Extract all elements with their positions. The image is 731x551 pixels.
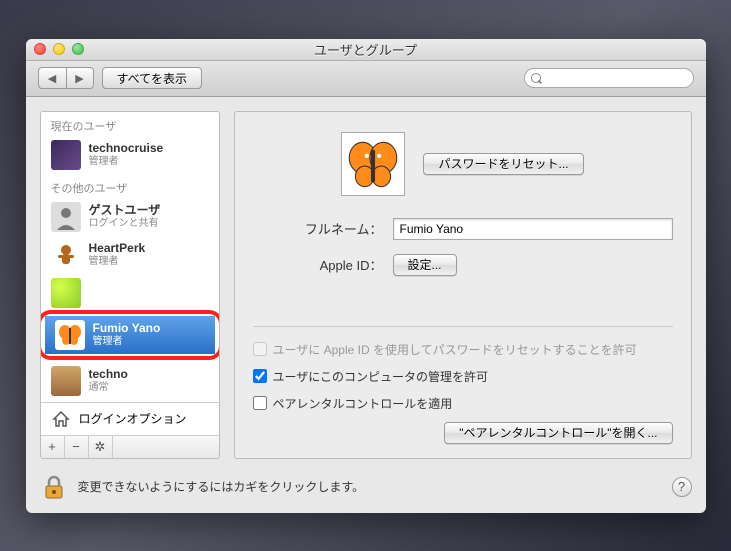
titlebar: ユーザとグループ <box>26 39 706 61</box>
nav-segment: ◀ ▶ <box>38 67 94 89</box>
user-detail-panel: パスワードをリセット... フルネーム： Apple ID： 設定... ユーザ… <box>234 111 692 459</box>
appleid-label: Apple ID： <box>253 255 383 274</box>
sidebar-user-fumio-yano[interactable]: Fumio Yano 管理者 <box>45 316 215 354</box>
parental-controls-row[interactable]: ペアレンタルコントロールを適用 <box>253 395 673 412</box>
butterfly-icon <box>342 133 404 195</box>
lock-hint-text: 変更できないようにするにはカギをクリックします。 <box>78 478 365 495</box>
user-name: ゲストユーザ <box>89 203 161 217</box>
sidebar-user-partial[interactable] <box>41 274 219 308</box>
lock-icon[interactable] <box>40 473 68 501</box>
allow-appleid-reset-checkbox <box>253 342 267 356</box>
appleid-set-button[interactable]: 設定... <box>393 254 457 276</box>
fullname-input[interactable] <box>393 218 673 240</box>
selection-highlight: Fumio Yano 管理者 <box>41 310 219 360</box>
add-user-button[interactable]: + <box>41 436 65 458</box>
close-button[interactable] <box>34 43 46 55</box>
sidebar-user-guest[interactable]: ゲストユーザ ログインと共有 <box>41 198 219 236</box>
sidebar-footer: + − ✲ <box>41 435 219 458</box>
allow-appleid-reset-label: ユーザに Apple ID を使用してパスワードをリセットすることを許可 <box>273 341 637 358</box>
user-role: ログインと共有 <box>89 218 161 230</box>
allow-admin-checkbox[interactable] <box>253 369 267 383</box>
user-name: HeartPerk <box>89 241 146 255</box>
avatar <box>51 366 81 396</box>
allow-admin-row[interactable]: ユーザにこのコンピュータの管理を許可 <box>253 368 673 385</box>
fullname-label: フルネーム： <box>253 219 383 238</box>
gingerbread-icon <box>51 240 81 270</box>
back-button[interactable]: ◀ <box>38 67 66 89</box>
user-avatar-large[interactable] <box>341 132 405 196</box>
forward-button[interactable]: ▶ <box>66 67 94 89</box>
zoom-button[interactable] <box>72 43 84 55</box>
user-name: Fumio Yano <box>93 321 161 335</box>
help-button[interactable]: ? <box>672 477 692 497</box>
login-options-label: ログインオプション <box>79 410 187 427</box>
window-title: ユーザとグループ <box>26 40 706 59</box>
show-all-button[interactable]: すべてを表示 <box>102 67 202 89</box>
user-role: 管理者 <box>93 336 161 348</box>
tennis-ball-icon <box>51 278 81 308</box>
content-area: 現在のユーザ technocruise 管理者 その他のユーザ ゲストユーザ <box>26 97 706 473</box>
search-input[interactable] <box>547 69 685 87</box>
toolbar: ◀ ▶ すべてを表示 <box>26 61 706 97</box>
user-role: 管理者 <box>89 256 146 268</box>
open-parental-controls-button[interactable]: "ペアレンタルコントロール"を開く... <box>444 422 672 444</box>
sidebar-user-techno[interactable]: techno 通常 <box>41 362 219 400</box>
user-sidebar: 現在のユーザ technocruise 管理者 その他のユーザ ゲストユーザ <box>40 111 220 459</box>
sidebar-header-other: その他のユーザ <box>41 174 219 198</box>
user-role: 通常 <box>89 382 128 394</box>
sidebar-header-current: 現在のユーザ <box>41 112 219 136</box>
sidebar-user-current[interactable]: technocruise 管理者 <box>41 136 219 174</box>
parental-controls-label: ペアレンタルコントロールを適用 <box>273 395 453 412</box>
preferences-window: ユーザとグループ ◀ ▶ すべてを表示 現在のユーザ technocruise … <box>26 39 706 513</box>
sidebar-user-heartperk[interactable]: HeartPerk 管理者 <box>41 236 219 274</box>
user-name: techno <box>89 367 128 381</box>
allow-admin-label: ユーザにこのコンピュータの管理を許可 <box>273 368 489 385</box>
traffic-lights <box>34 43 84 55</box>
butterfly-icon <box>55 320 85 350</box>
user-name: technocruise <box>89 141 164 155</box>
remove-user-button[interactable]: − <box>65 436 89 458</box>
guest-icon <box>51 202 81 232</box>
action-menu-button[interactable]: ✲ <box>89 436 113 458</box>
reset-password-button[interactable]: パスワードをリセット... <box>423 153 583 175</box>
user-role: 管理者 <box>89 156 164 168</box>
allow-appleid-reset-row: ユーザに Apple ID を使用してパスワードをリセットすることを許可 <box>253 341 673 358</box>
parental-controls-checkbox[interactable] <box>253 396 267 410</box>
house-icon <box>51 409 71 429</box>
lock-row: 変更できないようにするにはカギをクリックします。 ? <box>26 473 706 513</box>
search-field-wrapper <box>524 68 694 88</box>
minimize-button[interactable] <box>53 43 65 55</box>
avatar <box>51 140 81 170</box>
login-options[interactable]: ログインオプション <box>41 402 219 435</box>
